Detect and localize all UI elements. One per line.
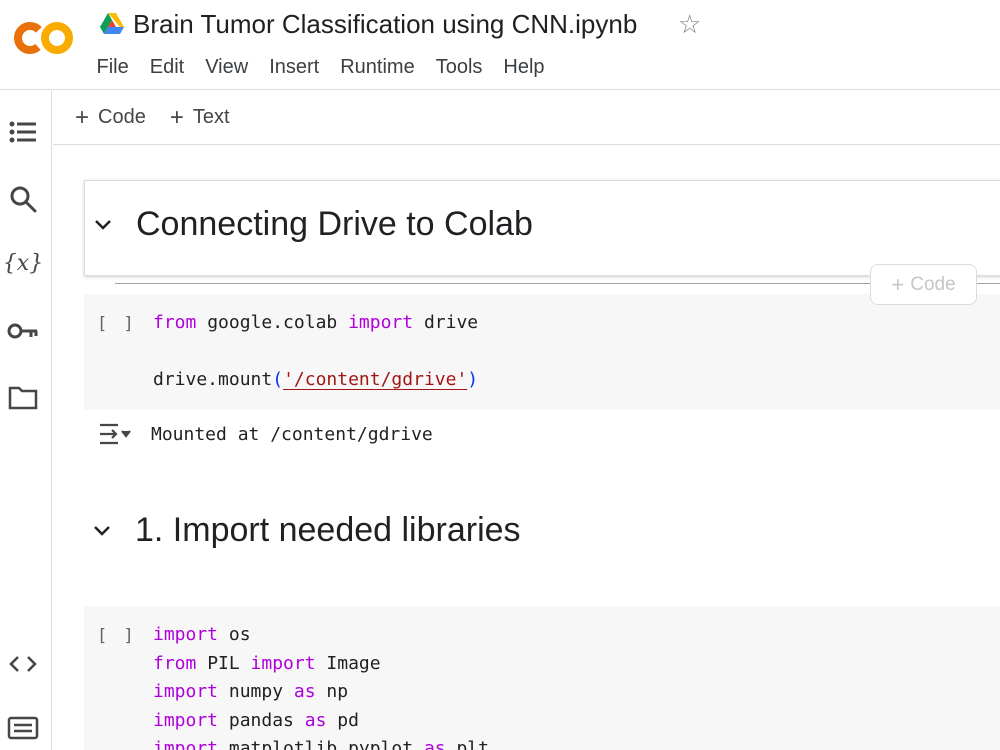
code-token: os [218, 624, 251, 645]
code-token: as [304, 709, 327, 731]
add-text-label: Text [192, 106, 230, 128]
add-code-label: Code [98, 106, 146, 128]
code-editor[interactable]: from google.colab import drive drive.moun… [153, 309, 478, 395]
table-of-contents-icon[interactable] [6, 115, 40, 149]
output-actions-icon[interactable] [98, 422, 132, 448]
code-line: import matplotlib.pyplot as plt [153, 735, 489, 750]
variables-icon[interactable]: {x} [3, 246, 43, 280]
command-palette-icon[interactable] [6, 711, 40, 745]
menu-help[interactable]: Help [493, 54, 555, 80]
files-folder-icon[interactable] [6, 380, 40, 414]
google-drive-icon [100, 12, 124, 34]
add-code-button[interactable]: + Code [75, 103, 146, 131]
header-bar: Brain Tumor Classification using CNN.ipy… [0, 0, 1000, 90]
code-editor[interactable]: import os from PIL import Image import num… [153, 621, 489, 750]
chevron-down-icon[interactable] [92, 524, 112, 538]
code-line: drive.mount('/content/gdrive') [153, 366, 478, 395]
code-line: import numpy as np [153, 678, 489, 707]
code-token: ( [272, 369, 284, 390]
code-token: np [315, 681, 349, 702]
menu-bar: File Edit View Insert Runtime Tools Help [86, 54, 555, 80]
secrets-key-icon[interactable] [6, 314, 40, 348]
code-token: PIL [196, 652, 251, 674]
code-token: drive [413, 312, 479, 333]
code-token: google.colab [196, 312, 349, 333]
run-cell-button[interactable]: [ ] [97, 626, 137, 646]
plus-icon: + [891, 271, 905, 297]
notebook-title[interactable]: Brain Tumor Classification using CNN.ipy… [133, 9, 637, 40]
notebook-area: Connecting Drive to Colab [ ] from googl… [53, 146, 1000, 750]
code-token: import [348, 312, 414, 333]
code-token: '/content/gdrive' [283, 369, 468, 390]
code-token: drive.mount [153, 369, 273, 390]
cell-output: Mounted at /content/gdrive [84, 418, 984, 454]
floating-add-code-label: Code [910, 273, 956, 295]
code-line: from google.colab import drive [153, 309, 478, 338]
chevron-down-icon[interactable] [93, 218, 113, 232]
menu-insert[interactable]: Insert [259, 54, 330, 80]
menu-tools[interactable]: Tools [425, 54, 493, 80]
menu-edit[interactable]: Edit [139, 54, 194, 80]
code-token: import [153, 624, 219, 645]
code-cell[interactable]: [ ] from google.colab import drive drive.… [84, 294, 1000, 410]
menu-view[interactable]: View [195, 54, 259, 80]
code-token: as [423, 738, 446, 750]
code-line: import os [153, 621, 489, 650]
star-icon[interactable]: ☆ [678, 9, 701, 39]
code-token: pd [326, 709, 359, 731]
code-token: from [153, 312, 197, 333]
left-sidebar: {x} [0, 91, 52, 750]
code-token: import [153, 681, 219, 702]
code-snippets-icon[interactable] [6, 647, 40, 681]
code-token: ) [467, 369, 479, 390]
plus-icon: + [75, 103, 90, 131]
code-token: Image [315, 652, 381, 674]
add-text-button[interactable]: + Text [169, 103, 230, 131]
search-icon[interactable] [6, 182, 40, 216]
code-token: as [293, 681, 316, 702]
notebook-toolbar: + Code + Text [53, 91, 1000, 145]
code-token: pandas [218, 709, 305, 731]
section-heading: Connecting Drive to Colab [136, 205, 533, 243]
menu-file[interactable]: File [86, 54, 139, 80]
cell-divider [115, 283, 1000, 284]
code-token: matplotlib.pyplot [218, 738, 424, 750]
colab-logo[interactable] [12, 18, 76, 58]
section-heading: 1. Import needed libraries [135, 511, 521, 549]
code-token: import [153, 709, 219, 731]
code-token: import [250, 652, 316, 674]
code-token: numpy [218, 681, 294, 702]
code-token: plt [445, 738, 489, 750]
menu-runtime[interactable]: Runtime [330, 54, 425, 80]
code-token: import [153, 738, 219, 750]
code-line: import pandas as pd [153, 707, 489, 736]
code-line: from PIL import Image [153, 650, 489, 679]
text-cell[interactable]: Connecting Drive to Colab [84, 180, 1000, 276]
output-text: Mounted at /content/gdrive [151, 424, 433, 445]
plus-icon: + [169, 103, 184, 131]
run-cell-button[interactable]: [ ] [97, 314, 137, 334]
code-token: from [153, 652, 197, 674]
floating-add-code-button[interactable]: + Code [870, 264, 977, 305]
code-cell[interactable]: [ ] import os from PIL import Image import… [84, 606, 1000, 750]
